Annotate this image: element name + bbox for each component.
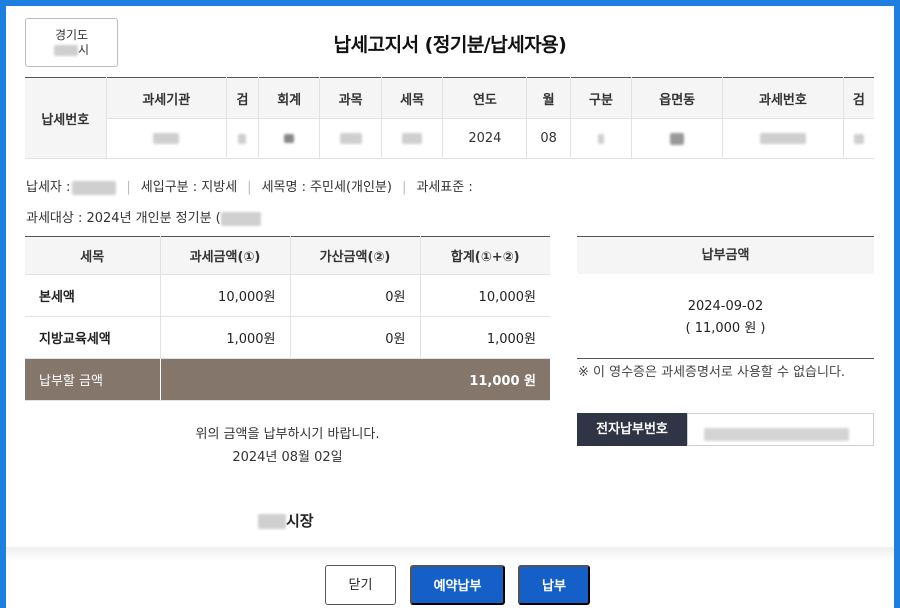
tax-target-line: 과세대상 : 2024년 개인분 정기분 ( [26, 207, 261, 226]
pay-button[interactable]: 납부 [518, 565, 590, 605]
redacted-value [853, 133, 864, 144]
table-row: 지방교육세액 1,000원 0원 1,000원 [25, 316, 550, 359]
month-value: 08 [526, 118, 571, 159]
tax-item-value [380, 118, 443, 159]
subject-value [319, 118, 382, 159]
amount-col-header: 과세금액(①) [159, 236, 290, 275]
year-value: 2024 [442, 118, 527, 159]
taxpayer-info-line: 납세자 : | 세입구분 : 지방세 | 세목명 : 주민세(개인분) | 과세표준 : [26, 176, 473, 195]
divider: | [402, 180, 407, 195]
row-label: 지방교육세액 [25, 316, 160, 359]
redacted-value [238, 133, 247, 144]
col-header: 과세기관 [105, 77, 227, 119]
col-header: 구분 [569, 77, 632, 119]
amount-col-header: 가산금액(②) [289, 236, 420, 275]
close-button[interactable]: 닫기 [325, 565, 396, 605]
sum-amount: 10,000원 [419, 274, 550, 317]
tax-item-name: 세목명 : 주민세(개인분) [261, 180, 392, 195]
tax-amount: 10,000원 [159, 274, 290, 317]
notice-date: 2024년 08월 02일 [232, 450, 343, 465]
tax-org-value [105, 118, 227, 159]
tax-serial-value [722, 118, 844, 159]
redacted-value [759, 133, 806, 144]
payment-amount-header: 납부금액 [577, 236, 874, 274]
col-header: 읍면동 [631, 77, 723, 119]
col-header: 과세번호 [722, 77, 844, 119]
amount-table: 세목 과세금액(①) 가산금액(②) 합계(①+②) 본세액 10,000원 0… [25, 236, 550, 401]
redacted-value [597, 133, 604, 144]
electronic-payment-number-label: 전자납부번호 [577, 413, 687, 446]
electronic-payment-number-field[interactable] [687, 413, 874, 446]
check-value [225, 118, 259, 159]
sum-amount: 1,000원 [419, 316, 550, 359]
due-date: 2024-09-02 [687, 299, 764, 314]
amount-col-header: 합계(①+②) [419, 236, 550, 275]
divider: | [126, 180, 131, 195]
tax-number-table: 납세번호 과세기관 검 회계 과목 세목 연도 월 구분 읍면동 과세번호 검 … [25, 77, 874, 159]
mayor-signature: 시장 [258, 510, 314, 531]
check2-value [842, 118, 874, 159]
redacted-city-name [258, 514, 286, 529]
total-label: 납부할 금액 [25, 358, 160, 401]
total-value: 11,000 원 [159, 358, 550, 401]
category-value [569, 118, 632, 159]
col-header: 과목 [319, 77, 382, 119]
tax-notice-dialog: 경기도 시 납세고지서 (정기분/납세자용) 납세번호 과세기관 검 회계 과목… [6, 6, 894, 608]
mayor-suffix: 시장 [286, 512, 314, 530]
col-header: 회계 [257, 77, 320, 119]
tax-number-label: 납세번호 [25, 77, 106, 159]
divider: | [247, 180, 252, 195]
table-row: 본세액 10,000원 0원 10,000원 [25, 274, 550, 317]
redacted-value [402, 133, 423, 144]
payment-amount: ( 11,000 원 ) [685, 321, 766, 336]
page-title: 납세고지서 (정기분/납세자용) [333, 34, 567, 56]
taxpayer-label: 납세자 : [26, 180, 71, 195]
redacted-value [339, 133, 362, 144]
redacted-value [670, 132, 685, 145]
tax-target: 과세대상 : 2024년 개인분 정기분 ( [26, 211, 221, 226]
redacted-value [284, 134, 295, 143]
col-header: 연도 [442, 77, 527, 119]
account-value [257, 118, 320, 159]
row-label: 본세액 [25, 274, 160, 317]
revenue-type: 세입구분 : 지방세 [140, 180, 238, 195]
tax-amount: 1,000원 [159, 316, 290, 359]
redacted-taxpayer [72, 180, 117, 195]
col-header: 검 [225, 77, 259, 119]
receipt-warning: ※ 이 영수증은 과세증명서로 사용할 수 없습니다. [578, 365, 846, 380]
redacted-value [153, 133, 180, 144]
col-header: 세목 [380, 77, 443, 119]
reserve-payment-button[interactable]: 예약납부 [410, 565, 505, 605]
col-header: 월 [526, 77, 571, 119]
col-header: 검 [842, 77, 874, 119]
payment-amount-box: 2024-09-02 ( 11,000 원 ) [577, 274, 874, 359]
redacted-payment-number [704, 428, 849, 441]
tax-standard: 과세표준 : [416, 180, 473, 195]
added-amount: 0원 [289, 274, 420, 317]
added-amount: 0원 [289, 316, 420, 359]
total-row: 납부할 금액 11,000 원 [25, 358, 550, 401]
redacted-target [220, 211, 261, 226]
notice-message: 위의 금액을 납부하시기 바랍니다. [195, 427, 380, 442]
district-value [631, 118, 723, 159]
amount-col-header: 세목 [25, 236, 160, 275]
